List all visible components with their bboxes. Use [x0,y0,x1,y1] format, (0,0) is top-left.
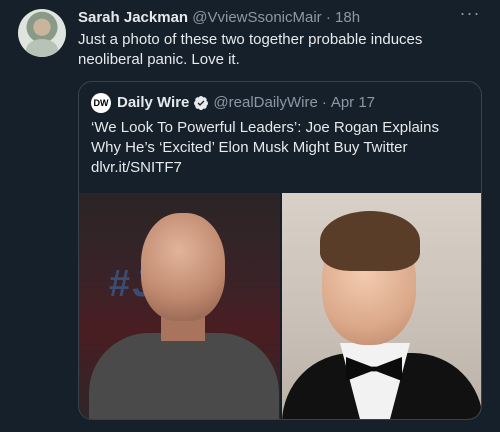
quoted-author-name[interactable]: Daily Wire [117,93,189,113]
shirt [89,333,279,419]
daily-wire-avatar[interactable]: DW [91,93,111,113]
quoted-author-handle[interactable]: @realDailyWire [213,93,317,113]
tweet-timestamp[interactable]: 18h [335,9,360,26]
tweet[interactable]: Sarah Jackman @VviewSsonicMair · 18h ···… [0,0,500,432]
author-avatar[interactable] [18,9,66,57]
separator-dot: · [321,94,327,111]
photo-left[interactable]: #J [79,193,280,419]
quoted-tweet-header: DW Daily Wire @realDailyWire · Apr 17 [91,93,375,113]
quoted-tweet-timestamp[interactable]: Apr 17 [331,93,375,113]
media-grid: #J [79,193,481,419]
head [141,213,225,321]
tweet-text: Just a photo of these two together proba… [78,31,423,68]
quoted-tweet-text: ‘We Look To Powerful Leaders’: Joe Rogan… [91,118,471,178]
verified-badge-icon [194,96,209,111]
author-name[interactable]: Sarah Jackman [78,9,188,26]
quoted-tweet[interactable]: DW Daily Wire @realDailyWire · Apr 17 ‘W… [78,81,482,420]
tweet-header: Sarah Jackman @VviewSsonicMair · 18h [78,8,360,28]
separator-dot: · [325,9,331,26]
hair [320,211,420,271]
more-options-icon[interactable]: ··· [458,4,482,26]
author-handle[interactable]: @VviewSsonicMair [192,9,321,26]
photo-right[interactable] [282,193,481,419]
quoted-headline: ‘We Look To Powerful Leaders’: Joe Rogan… [91,119,439,156]
quoted-link[interactable]: dlvr.it/SNITF7 [91,158,471,178]
